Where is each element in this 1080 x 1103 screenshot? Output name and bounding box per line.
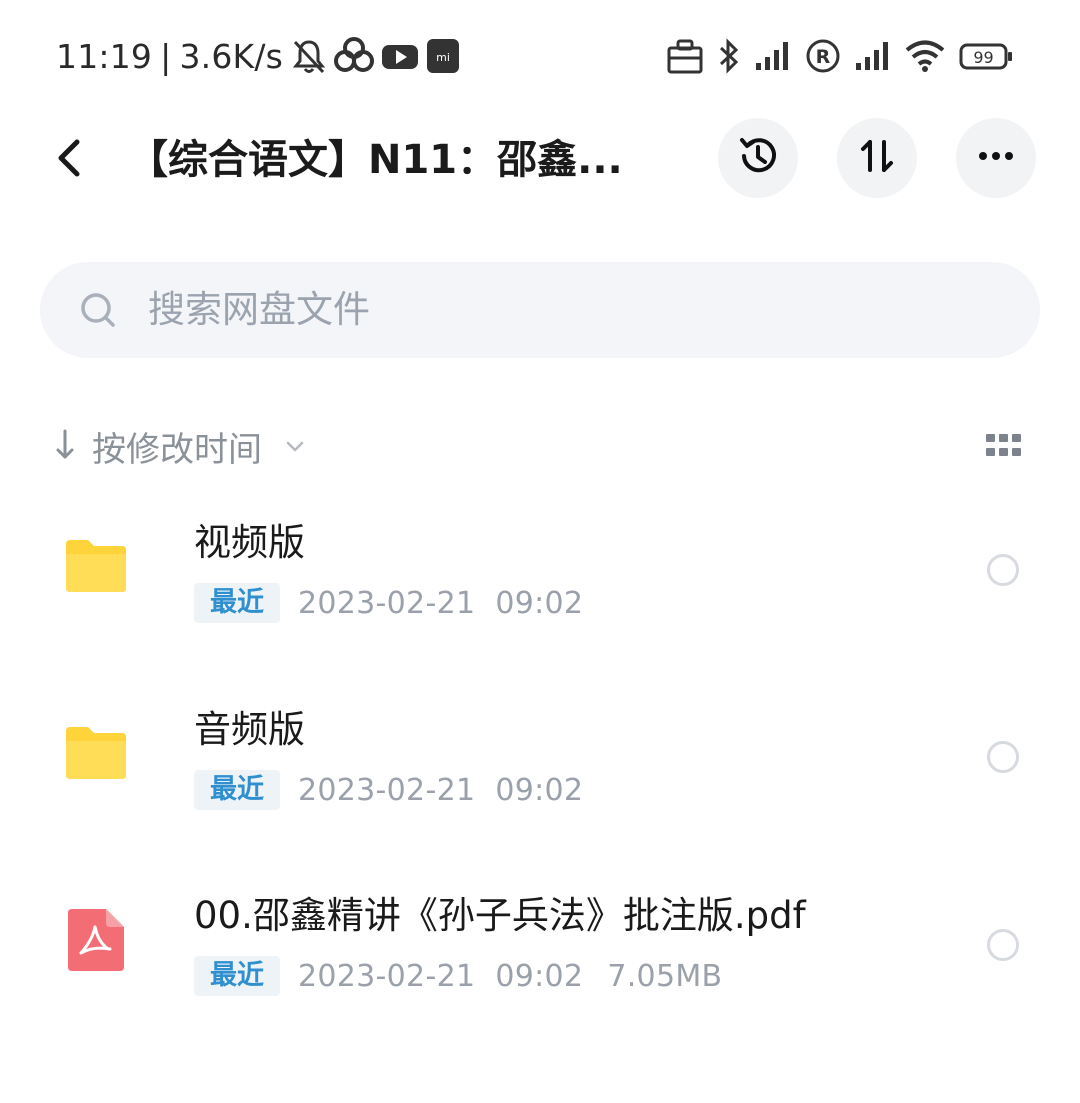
mi-icon: mi <box>423 36 463 76</box>
folder-icon <box>66 536 126 596</box>
top-bar: 【综合语文】N11：邵鑫... <box>0 112 1080 208</box>
file-size: 7.05MB <box>607 958 723 994</box>
signal-icon <box>754 36 792 76</box>
sort-toggle[interactable]: 按修改时间 <box>52 416 306 476</box>
pdf-icon <box>68 909 124 971</box>
file-meta: 最近 2023-02-21 09:02 <box>194 770 583 810</box>
recent-badge: 最近 <box>194 583 280 623</box>
folder-icon <box>66 723 126 783</box>
roaming-icon: R <box>804 36 842 76</box>
select-checkbox[interactable] <box>987 741 1019 773</box>
history-icon <box>734 132 782 184</box>
mute-bell-icon <box>289 36 329 76</box>
bluetooth-icon <box>716 36 742 76</box>
recent-badge: 最近 <box>194 956 280 996</box>
back-button[interactable] <box>40 132 96 188</box>
recent-badge: 最近 <box>194 770 280 810</box>
status-right: R 99 <box>654 34 1014 78</box>
briefcase-icon <box>666 36 704 76</box>
search-icon <box>78 290 118 330</box>
list-item[interactable]: 00.邵鑫精讲《孙子兵法》批注版.pdf 最近 2023-02-21 09:02… <box>0 873 1080 1043</box>
chevron-down-icon <box>284 435 306 457</box>
svg-text:R: R <box>816 46 831 68</box>
grid-view-button[interactable] <box>984 428 1024 464</box>
battery-level: 99 <box>973 48 993 67</box>
sort-row: 按修改时间 <box>0 416 1080 476</box>
status-bar: 11:19 | 3.6K/s mi R 99 <box>0 0 1080 112</box>
battery-icon: 99 <box>958 36 1014 76</box>
more-button[interactable] <box>956 118 1036 198</box>
svg-text:mi: mi <box>436 51 450 64</box>
file-name: 音频版 <box>194 708 305 751</box>
file-name: 00.邵鑫精讲《孙子兵法》批注版.pdf <box>194 894 806 937</box>
transfer-button[interactable] <box>837 118 917 198</box>
arrow-down-icon <box>52 424 78 468</box>
search-placeholder: 搜索网盘文件 <box>148 288 370 331</box>
select-checkbox[interactable] <box>987 929 1019 961</box>
file-meta: 最近 2023-02-21 09:02 7.05MB <box>194 956 722 996</box>
youtube-icon <box>379 36 421 76</box>
status-left: 11:19 | 3.6K/s mi <box>56 34 463 78</box>
transfer-icon <box>853 132 901 184</box>
cloud-app-icon <box>331 36 377 76</box>
file-time: 09:02 <box>495 958 584 994</box>
grid-icon <box>984 434 1024 468</box>
page-title: 【综合语文】N11：邵鑫... <box>128 137 623 183</box>
file-date: 2023-02-21 <box>298 772 476 808</box>
file-meta: 最近 2023-02-21 09:02 <box>194 583 583 623</box>
status-time: 11:19 <box>56 36 153 76</box>
file-name: 视频版 <box>194 521 305 564</box>
network-speed: 3.6K/s <box>179 36 284 76</box>
file-date: 2023-02-21 <box>298 958 476 994</box>
file-time: 09:02 <box>495 585 584 621</box>
status-separator: | <box>160 36 172 76</box>
wifi-icon <box>904 36 946 76</box>
history-button[interactable] <box>718 118 798 198</box>
more-icon <box>972 132 1020 184</box>
list-item[interactable]: 音频版 最近 2023-02-21 09:02 <box>0 687 1080 857</box>
sort-label: 按修改时间 <box>92 429 262 470</box>
file-time: 09:02 <box>495 772 584 808</box>
chevron-left-icon <box>53 136 83 184</box>
select-checkbox[interactable] <box>987 554 1019 586</box>
signal-icon <box>854 36 892 76</box>
file-date: 2023-02-21 <box>298 585 476 621</box>
list-item[interactable]: 视频版 最近 2023-02-21 09:02 <box>0 500 1080 670</box>
